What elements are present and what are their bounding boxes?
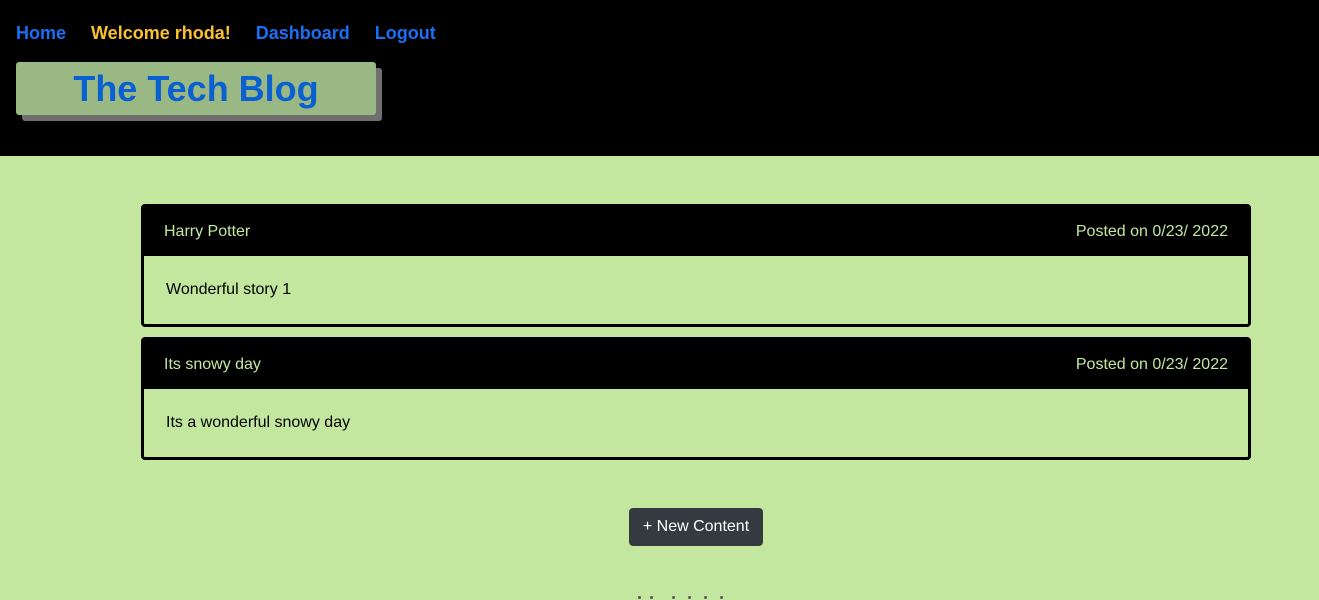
post-title: Its snowy day xyxy=(164,355,261,373)
post-content: Its a wonderful snowy day xyxy=(166,414,351,431)
post-content: Wonderful story 1 xyxy=(166,281,292,298)
post-title: Harry Potter xyxy=(164,222,251,240)
post-body: Wonderful story 1 xyxy=(144,256,1248,324)
post-date: Posted on 0/23/ 2022 xyxy=(1075,355,1228,373)
site-title: The Tech Blog xyxy=(73,68,319,109)
nav-link-home[interactable]: Home xyxy=(16,21,66,45)
footer-partial xyxy=(620,592,740,600)
footer-glyph-fragment xyxy=(688,596,691,599)
post-header: Harry Potter Posted on 0/23/ 2022 xyxy=(144,207,1248,256)
footer-glyph-fragment xyxy=(638,596,641,599)
main-nav: Home Welcome rhoda! Dashboard Logout xyxy=(16,21,461,45)
nav-link-dashboard[interactable]: Dashboard xyxy=(256,21,350,45)
footer-glyph-fragment xyxy=(704,596,707,599)
post-body: Its a wonderful snowy day xyxy=(144,389,1248,457)
welcome-message: Welcome rhoda! xyxy=(91,23,231,43)
post-card[interactable]: Its snowy day Posted on 0/23/ 2022 Its a… xyxy=(141,337,1251,460)
post-header: Its snowy day Posted on 0/23/ 2022 xyxy=(144,340,1248,389)
footer-glyph-fragment xyxy=(650,596,653,599)
footer-glyph-fragment xyxy=(720,596,723,599)
nav-link-logout[interactable]: Logout xyxy=(375,21,436,45)
post-date: Posted on 0/23/ 2022 xyxy=(1075,222,1228,240)
post-card[interactable]: Harry Potter Posted on 0/23/ 2022 Wonder… xyxy=(141,204,1251,327)
footer-glyph-fragment xyxy=(672,596,675,599)
new-content-button[interactable]: + New Content xyxy=(629,508,763,546)
site-header: Home Welcome rhoda! Dashboard Logout The… xyxy=(0,0,1319,156)
site-brand: The Tech Blog xyxy=(16,62,376,115)
